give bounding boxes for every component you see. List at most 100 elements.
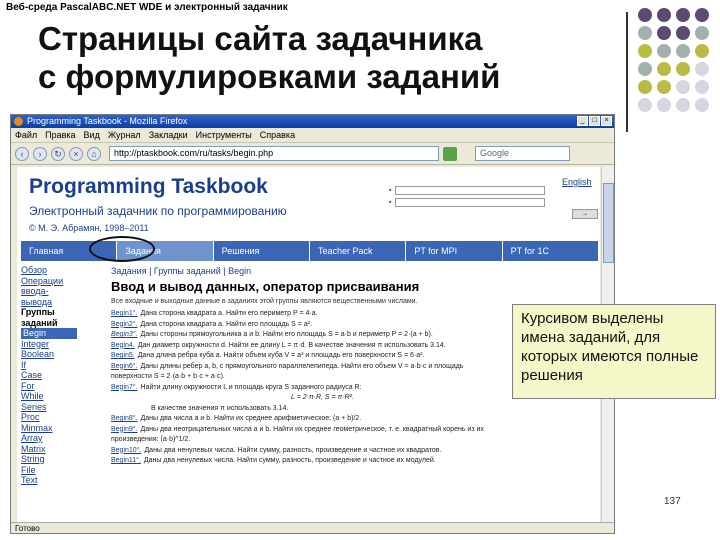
task-link[interactable]: Begin1°. [111, 310, 138, 317]
stop-icon[interactable]: × [69, 146, 83, 161]
sidebar-item-for[interactable]: For [21, 381, 77, 392]
list-item: Begin3°. Даны стороны прямоугольника a и … [111, 330, 491, 341]
task-text: Даны длины ребер a, b, c прямоугольного … [111, 362, 464, 381]
reload-icon[interactable]: ↻ [51, 146, 65, 161]
login-button[interactable]: → [572, 209, 598, 219]
sidebar-item-io-operations[interactable]: Операции [21, 276, 77, 287]
task-link[interactable]: Begin11°. [111, 457, 141, 464]
home-icon[interactable]: ⌂ [87, 146, 101, 161]
task-link[interactable]: Begin3°. [111, 331, 138, 338]
task-text: Даны два ненулевых числа. Найти сумму, р… [144, 446, 442, 454]
decorative-dot [695, 8, 709, 22]
decorative-dot [657, 44, 671, 58]
sidebar-item-array[interactable]: Array [21, 433, 77, 444]
close-button[interactable]: × [601, 116, 612, 126]
task-text: Даны два неотрицательных числа a и b. На… [111, 425, 484, 444]
site-title[interactable]: Programming Taskbook [29, 175, 268, 199]
menu-help[interactable]: Справка [260, 128, 295, 142]
sidebar-item-case[interactable]: Case [21, 370, 77, 381]
window-title: Programming Taskbook - Mozilla Firefox [27, 116, 188, 126]
decorative-dot [676, 8, 690, 22]
decorative-dot [638, 98, 652, 112]
decorative-dot [657, 98, 671, 112]
list-item: Begin2°. Дана сторона квадрата a. Найти е… [111, 320, 491, 331]
sidebar: Обзор Операции ввода-вывода Группы задан… [21, 265, 77, 486]
list-item: Begin6°. Даны длины ребер a, b, c прямоуг… [111, 362, 491, 383]
sidebar-item-proc[interactable]: Proc [21, 412, 77, 423]
task-link[interactable]: Begin4. [111, 342, 135, 349]
menu-edit[interactable]: Правка [45, 128, 75, 142]
slide-title: Страницы сайта задачника с формулировкам… [38, 20, 608, 96]
list-item: В качестве значения π использовать 3.14. [111, 404, 491, 415]
sidebar-item-begin[interactable]: Begin [21, 328, 77, 339]
decorative-dot [695, 98, 709, 112]
scroll-thumb[interactable] [603, 183, 614, 263]
tab-solutions[interactable]: Решения [213, 241, 310, 261]
callout-note: Курсивом выделены имена заданий, для кот… [512, 304, 716, 399]
sidebar-item-minmax[interactable]: Minmax [21, 423, 77, 434]
site-subtitle: Электронный задачник по программированию [29, 204, 287, 218]
sidebar-item-while[interactable]: While [21, 391, 77, 402]
menu-history[interactable]: Журнал [108, 128, 141, 142]
slide-title-line2: с формулировками заданий [38, 58, 501, 95]
task-link[interactable]: Begin6°. [111, 363, 138, 370]
sidebar-item-text[interactable]: Text [21, 475, 77, 486]
decorative-dot [676, 98, 690, 112]
login-input[interactable] [395, 186, 546, 195]
sidebar-item-integer[interactable]: Integer [21, 339, 77, 350]
menu-tools[interactable]: Инструменты [196, 128, 252, 142]
task-text: Найти длину окружности L и площадь круга… [140, 383, 362, 391]
tab-pt-for-1c[interactable]: PT for 1C [502, 241, 599, 261]
task-text: Дана сторона квадрата a. Найти его перим… [140, 310, 318, 317]
decorative-dot [657, 62, 671, 76]
task-link[interactable]: Begin7°. [111, 384, 138, 391]
highlight-circle [89, 236, 155, 262]
address-bar[interactable]: http://ptaskbook.com/ru/tasks/begin.php [109, 146, 439, 161]
sidebar-item-overview[interactable]: Обзор [21, 265, 77, 276]
tab-teacher-pack[interactable]: Teacher Pack [309, 241, 407, 261]
breadcrumb[interactable]: Задания | Группы заданий | Begin [111, 266, 251, 276]
task-link[interactable]: Begin5. [111, 352, 135, 359]
sidebar-item-string[interactable]: String [21, 454, 77, 465]
back-arrow-icon[interactable]: ‹ [15, 146, 29, 161]
login-row: ▪ [389, 186, 546, 195]
browser-titlebar: Programming Taskbook - Mozilla Firefox _… [11, 115, 614, 128]
list-item: Begin7°. Найти длину окружности L и площа… [111, 383, 491, 394]
password-input[interactable] [395, 198, 546, 207]
sidebar-item-file[interactable]: File [21, 465, 77, 476]
decorative-dot-grid [638, 8, 718, 116]
sidebar-item-series[interactable]: Series [21, 402, 77, 413]
sidebar-item-io-operations-2[interactable]: ввода-вывода [21, 286, 77, 307]
search-input[interactable]: Google [475, 146, 570, 161]
slide-page-number: 137 [664, 496, 681, 507]
firefox-icon [14, 117, 23, 126]
task-text: Дана длина ребра куба a. Найти объем куб… [137, 352, 425, 359]
menu-bookmarks[interactable]: Закладки [149, 128, 188, 142]
decorative-dot [638, 80, 652, 94]
maximize-button[interactable]: □ [589, 116, 600, 126]
go-button[interactable] [443, 146, 457, 161]
sidebar-item-if[interactable]: If [21, 360, 77, 371]
sidebar-item-matrix[interactable]: Matrix [21, 444, 77, 455]
slide-title-line1: Страницы сайта задачника [38, 20, 483, 57]
menu-bar: Файл Правка Вид Журнал Закладки Инструме… [11, 128, 614, 143]
language-link[interactable]: English [562, 177, 592, 187]
content-title: Ввод и вывод данных, оператор присваиван… [111, 279, 420, 294]
decorative-dot [695, 44, 709, 58]
list-item: Begin11°. Даны два ненулевых числа. Найти… [111, 456, 491, 467]
menu-view[interactable]: Вид [84, 128, 100, 142]
window-controls: _ □ × [577, 116, 612, 126]
password-row: ▪ [389, 198, 546, 207]
forward-arrow-icon[interactable]: › [33, 146, 47, 161]
task-link[interactable]: Begin2°. [111, 321, 138, 328]
minimize-button[interactable]: _ [577, 116, 588, 126]
tab-pt-for-mpi[interactable]: PT for MPI [406, 241, 503, 261]
sidebar-item-boolean[interactable]: Boolean [21, 349, 77, 360]
menu-file[interactable]: Файл [15, 128, 37, 142]
task-link[interactable]: Begin9°. [111, 426, 138, 433]
decorative-dot [638, 44, 652, 58]
list-item: Begin9°. Даны два неотрицательных числа a… [111, 425, 491, 446]
task-link[interactable]: Begin10°. [111, 447, 141, 454]
task-link[interactable]: Begin8°. [111, 415, 138, 422]
password-label-icon: ▪ [389, 199, 392, 206]
